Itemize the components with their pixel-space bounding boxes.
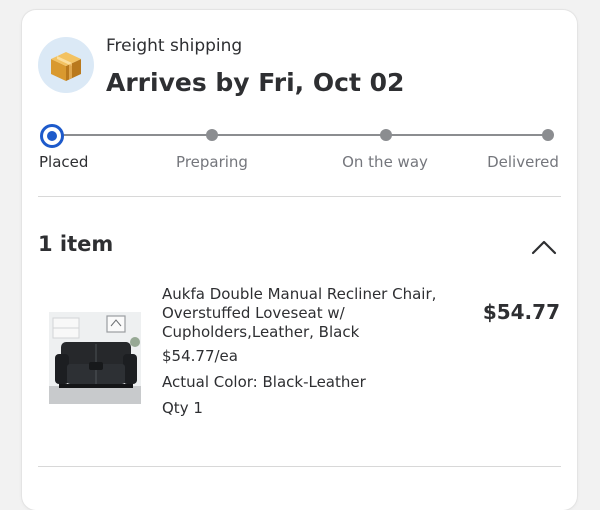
- product-name-link[interactable]: Aukfa Double Manual Recliner Chair, Over…: [162, 285, 462, 342]
- item-total-price: $54.77: [482, 300, 560, 324]
- product-quantity: Qty 1: [162, 399, 203, 417]
- section-divider: [38, 466, 561, 467]
- step-dot-delivered: [542, 129, 554, 141]
- shipping-type-label: Freight shipping: [106, 36, 243, 56]
- unit-price: $54.77/ea: [162, 347, 238, 365]
- step-label-on-the-way: On the way: [342, 153, 428, 171]
- step-label-preparing: Preparing: [176, 153, 248, 171]
- order-card: Freight shipping Arrives by Fri, Oct 02 …: [22, 10, 577, 510]
- package-box-icon: [38, 37, 94, 93]
- step-dot-on-the-way: [380, 129, 392, 141]
- order-progress-tracker: Placed Preparing On the way Delivered: [22, 123, 577, 173]
- step-dot-placed: [40, 124, 64, 148]
- arrival-date-heading: Arrives by Fri, Oct 02: [106, 68, 405, 97]
- step-dot-preparing: [206, 129, 218, 141]
- chevron-up-icon: [531, 240, 557, 255]
- loveseat-image: [49, 312, 141, 404]
- product-thumbnail[interactable]: [49, 312, 141, 404]
- step-label-delivered: Delivered: [487, 153, 559, 171]
- progress-track-line: [52, 134, 549, 136]
- collapse-items-button[interactable]: [530, 236, 558, 258]
- product-color: Actual Color: Black-Leather: [162, 373, 366, 391]
- items-count-heading: 1 item: [38, 232, 114, 256]
- step-label-placed: Placed: [39, 153, 89, 171]
- section-divider: [38, 196, 561, 197]
